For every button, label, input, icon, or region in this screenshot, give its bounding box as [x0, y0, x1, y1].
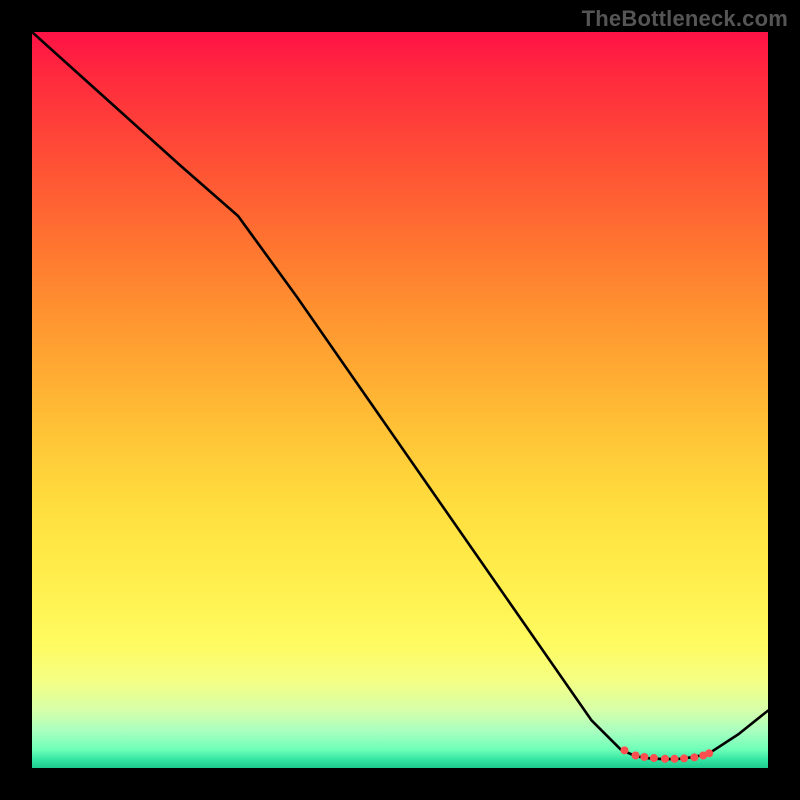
- chart-marker: [680, 754, 688, 762]
- chart-marker: [650, 754, 658, 762]
- chart-marker: [690, 753, 698, 761]
- chart-line: [32, 32, 768, 759]
- chart-marker: [671, 755, 679, 763]
- chart-marker: [620, 746, 628, 754]
- chart-marker: [632, 751, 640, 759]
- chart-marker: [640, 753, 648, 761]
- chart-marker: [661, 755, 669, 763]
- plot-area: [32, 32, 768, 768]
- watermark-text: TheBottleneck.com: [582, 6, 788, 32]
- chart-marker: [705, 749, 713, 757]
- line-chart-svg: [32, 32, 768, 768]
- chart-frame: TheBottleneck.com: [0, 0, 800, 800]
